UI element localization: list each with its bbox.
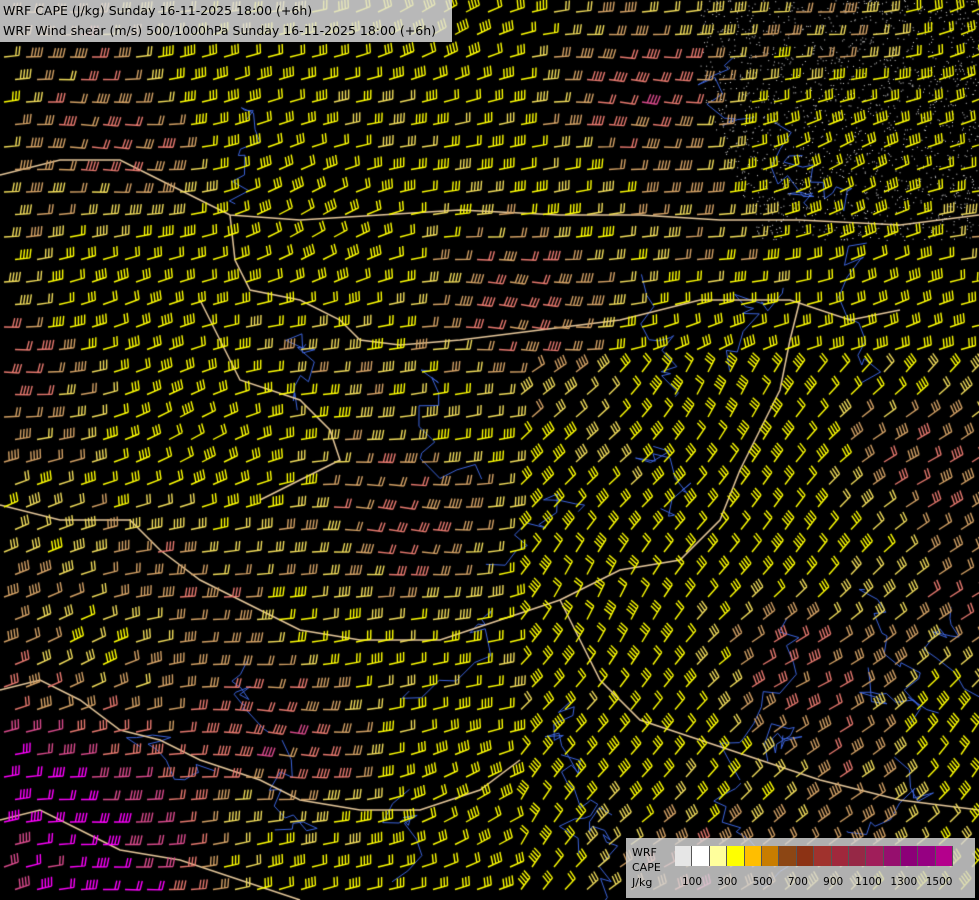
legend-swatch <box>692 846 710 866</box>
legend-tick-label: 700 <box>787 876 808 888</box>
legend-swatch <box>831 846 849 866</box>
legend-swatch <box>814 846 832 866</box>
legend-ticks: 100 300 500 700 900 1100 1300 1500 <box>626 876 975 890</box>
legend-swatch <box>796 846 815 866</box>
cape-legend: WRF CAPE J/kg 100 300 500 700 900 1100 1300 150… <box>626 838 975 898</box>
legend-swatch <box>901 846 919 866</box>
legend-tick-label: 1300 <box>890 876 918 888</box>
legend-swatch <box>761 846 780 866</box>
legend-swatch <box>779 846 797 866</box>
legend-swatch <box>709 846 728 866</box>
legend-tick-label: 1500 <box>925 876 953 888</box>
legend-swatch <box>918 846 936 866</box>
legend-swatch <box>727 846 745 866</box>
legend-swatch <box>866 846 884 866</box>
legend-color-scale <box>675 846 954 866</box>
legend-tick-label: 500 <box>752 876 773 888</box>
legend-swatch <box>935 846 954 866</box>
legend-field-label: CAPE <box>632 861 661 874</box>
cape-title: WRF CAPE (J/kg) Sunday 16-11-2025 18:00 … <box>3 3 313 18</box>
wind-shear-barb-map <box>0 0 979 900</box>
title-panel: WRF CAPE (J/kg) Sunday 16-11-2025 18:00 … <box>0 0 452 42</box>
legend-model-label: WRF <box>632 846 657 859</box>
legend-swatch <box>675 846 693 866</box>
legend-tick-label: 300 <box>717 876 738 888</box>
legend-tick-label: 100 <box>681 876 703 888</box>
shear-title: WRF Wind shear (m/s) 500/1000hPa Sunday … <box>3 23 436 38</box>
legend-tick-label: 900 <box>823 876 844 888</box>
legend-swatch <box>744 846 762 866</box>
legend-swatch <box>848 846 867 866</box>
legend-tick-label: 1100 <box>855 876 882 888</box>
legend-swatch <box>883 846 902 866</box>
